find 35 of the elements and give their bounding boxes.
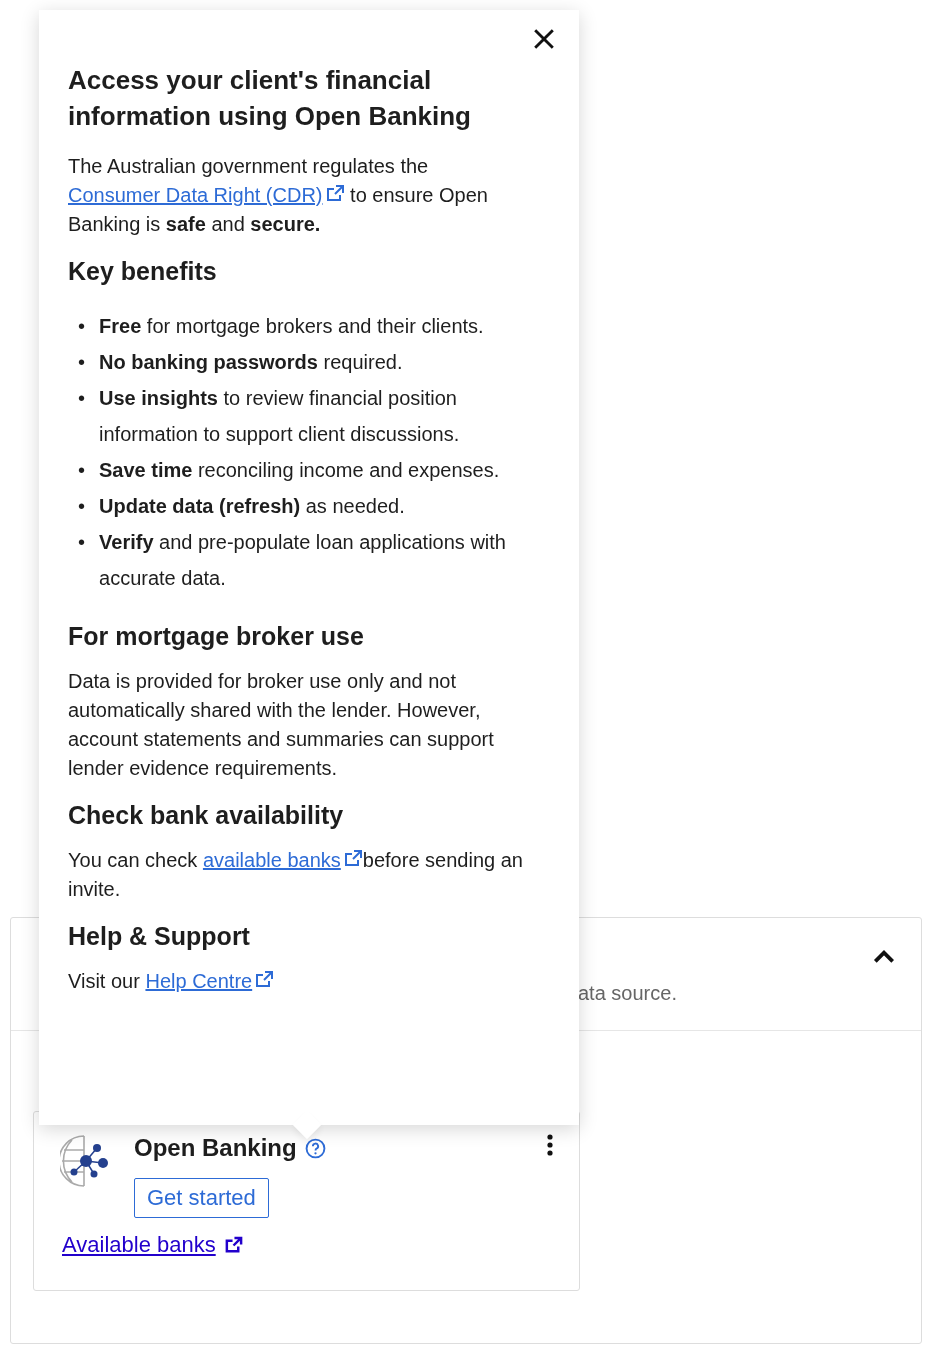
benefit-item: No banking passwords required. (99, 350, 404, 375)
close-button[interactable] (533, 28, 555, 50)
external-link-icon (223, 1235, 243, 1255)
benefit-item: Free for mortgage brokers and their clients. (99, 314, 485, 339)
bullet: • (78, 494, 85, 519)
section-heading: Key benefits (68, 257, 218, 286)
section-link[interactable]: Help Centre (145, 970, 275, 992)
cdr-link[interactable]: Consumer Data Right (CDR) (68, 184, 345, 206)
section-heading: Help & Support (68, 922, 251, 951)
benefit-item: Verify and pre-populate loan applications with accurate data. (99, 530, 507, 591)
section-heading: For mortgage broker use (68, 622, 365, 651)
external-link-icon (342, 849, 363, 869)
bullet: • (78, 530, 85, 555)
get-started-button[interactable]: Get started (134, 1178, 269, 1218)
panel-description: ata source. (578, 982, 677, 1005)
benefit-item: Save time reconciling income and expenses. (99, 458, 501, 483)
external-link-icon (254, 970, 275, 990)
bullet: • (78, 386, 85, 411)
section-heading: Check bank availability (68, 801, 345, 830)
section-link[interactable]: available banks (202, 849, 363, 871)
bullet: • (78, 314, 85, 339)
benefit-item: Use insights to review financial position information to support client discussions. (99, 386, 461, 447)
bullet: • (78, 350, 85, 375)
popover-title: Access your client's financial information using Open Banking (68, 64, 472, 133)
benefit-item: Update data (refresh) as needed. (99, 494, 406, 519)
help-icon[interactable] (304, 1137, 326, 1159)
section-paragraph: Visit our Help Centre (68, 967, 550, 996)
card-title: Open Banking (134, 1134, 297, 1162)
more-options-icon[interactable] (547, 1134, 553, 1156)
intro-paragraph: The Australian government regulates the Consumer Data Right (CDR) to ensure Open Banking is safe and secure. (68, 154, 489, 237)
section-paragraph: Data is provided for broker use only and not automatically shared with the lender. However, account statements and summaries can support lender evidence requirements. (68, 669, 495, 781)
section-paragraph: You can check available banks before sending an invite. (68, 848, 524, 902)
bullet: • (78, 458, 85, 483)
available-banks-link[interactable]: Available banks (62, 1232, 216, 1258)
external-link-icon (324, 184, 345, 204)
